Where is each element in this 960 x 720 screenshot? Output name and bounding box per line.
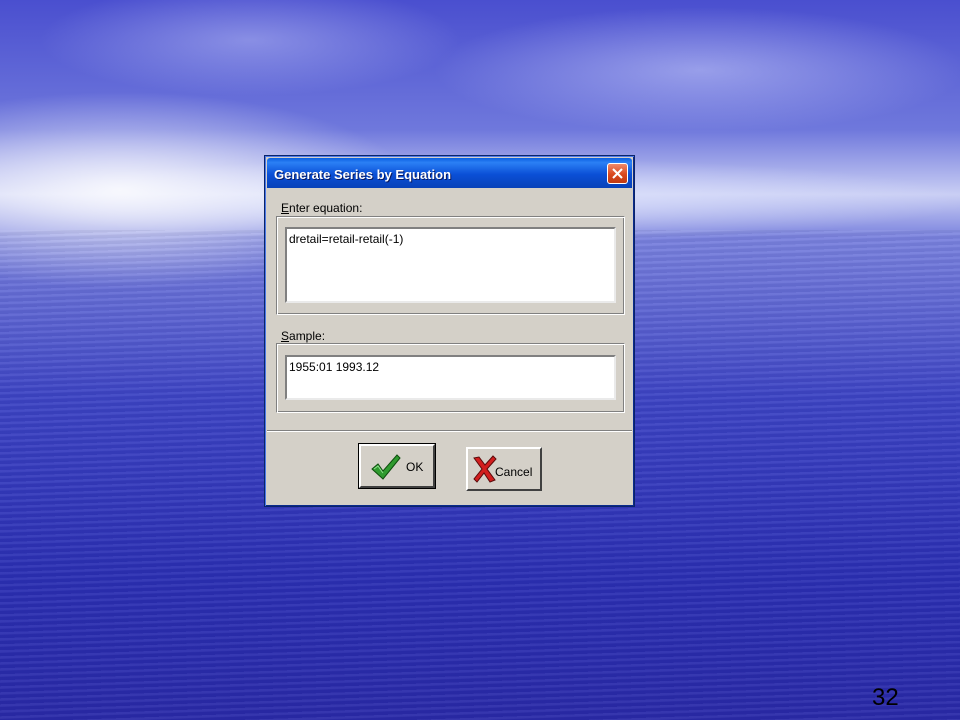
slide-number: 32 [872, 684, 899, 711]
cancel-label: Cancel [495, 465, 533, 479]
close-icon [612, 168, 623, 179]
close-button[interactable] [607, 163, 628, 184]
cancel-button[interactable]: Cancel [466, 447, 542, 491]
green-checkmark-icon [371, 454, 401, 480]
ok-label: OK [406, 460, 424, 474]
dialog-title: Generate Series by Equation [274, 167, 452, 182]
equation-label: Enter equation: [281, 201, 363, 215]
generate-series-dialog: Generate Series by Equation Enter equati… [264, 155, 635, 507]
dialog-titlebar[interactable]: Generate Series by Equation [267, 158, 632, 188]
sample-input[interactable]: 1955:01 1993.12 [285, 355, 616, 400]
equation-input[interactable]: dretail=retail-retail(-1) [285, 227, 616, 303]
ok-button[interactable]: OK [358, 443, 436, 489]
sample-label: Sample: [281, 329, 326, 343]
dialog-separator [267, 430, 632, 432]
